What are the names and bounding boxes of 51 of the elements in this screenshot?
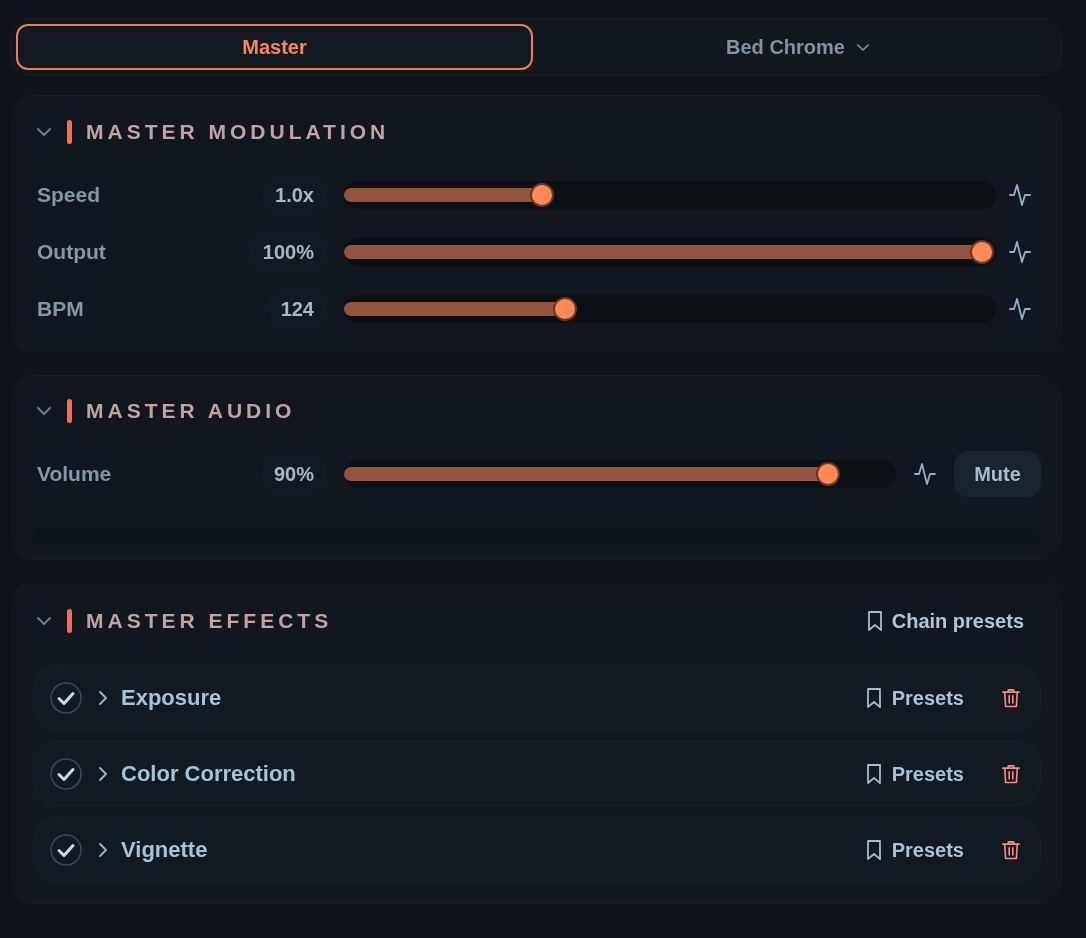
check-circle-icon[interactable]: [50, 681, 82, 714]
section-title: MASTER AUDIO: [86, 398, 296, 425]
slider-label: Output: [37, 239, 106, 266]
effect-row[interactable]: Exposure Presets: [33, 665, 1041, 730]
tab[interactable]: Bed Chrome: [539, 24, 1056, 70]
slider-track[interactable]: [344, 181, 996, 209]
bookmark-icon: [866, 687, 881, 708]
effect-name: Color Correction: [121, 760, 296, 788]
chevron-right-icon[interactable]: [99, 842, 107, 857]
pulse-icon[interactable]: [1009, 240, 1031, 264]
pulse-icon[interactable]: [914, 462, 936, 486]
trash-icon[interactable]: [1002, 763, 1020, 784]
chevron-down-icon[interactable]: [37, 128, 51, 136]
slider-thumb[interactable]: [970, 240, 994, 264]
section-title: MASTER EFFECTS: [86, 608, 333, 635]
bookmark-icon: [866, 839, 881, 860]
pulse-icon[interactable]: [1009, 183, 1031, 207]
accent-bar: [67, 399, 72, 423]
slider-label: Speed: [37, 182, 101, 209]
chevron-right-icon[interactable]: [99, 766, 107, 781]
slider-track[interactable]: [344, 460, 896, 488]
slider-track[interactable]: [344, 238, 996, 266]
trash-icon[interactable]: [1002, 687, 1020, 708]
mute-button[interactable]: Mute: [954, 451, 1041, 497]
bookmark-icon: [866, 763, 881, 784]
chevron-down-icon[interactable]: [37, 407, 51, 415]
accent-bar: [67, 120, 72, 144]
slider-track[interactable]: [344, 295, 996, 323]
slider-label: BPM: [37, 296, 84, 323]
trash-icon[interactable]: [1002, 839, 1020, 860]
section-title: MASTER MODULATION: [86, 119, 390, 146]
slider-thumb[interactable]: [529, 183, 554, 207]
presets-button[interactable]: Presets: [866, 834, 964, 865]
presets-button[interactable]: Presets: [866, 758, 964, 789]
bookmark-icon: [867, 611, 882, 631]
chain-presets-button[interactable]: Chain presets: [867, 606, 1024, 636]
chevron-right-icon[interactable]: [99, 690, 107, 705]
presets-button[interactable]: Presets: [866, 682, 964, 713]
effect-row[interactable]: Color Correction Presets: [33, 741, 1041, 806]
chevron-down-icon[interactable]: [37, 617, 51, 625]
pulse-icon[interactable]: [1009, 297, 1031, 321]
tab[interactable]: Master: [16, 24, 533, 70]
effect-name: Exposure: [121, 684, 222, 712]
check-circle-icon[interactable]: [50, 757, 82, 790]
effect-row[interactable]: Vignette Presets: [33, 817, 1041, 882]
accent-bar: [67, 609, 72, 633]
slider-thumb[interactable]: [816, 462, 841, 486]
slider-label: Volume: [37, 461, 112, 488]
slider-thumb[interactable]: [553, 297, 578, 321]
effect-name: Vignette: [121, 836, 208, 864]
check-circle-icon[interactable]: [50, 833, 82, 866]
